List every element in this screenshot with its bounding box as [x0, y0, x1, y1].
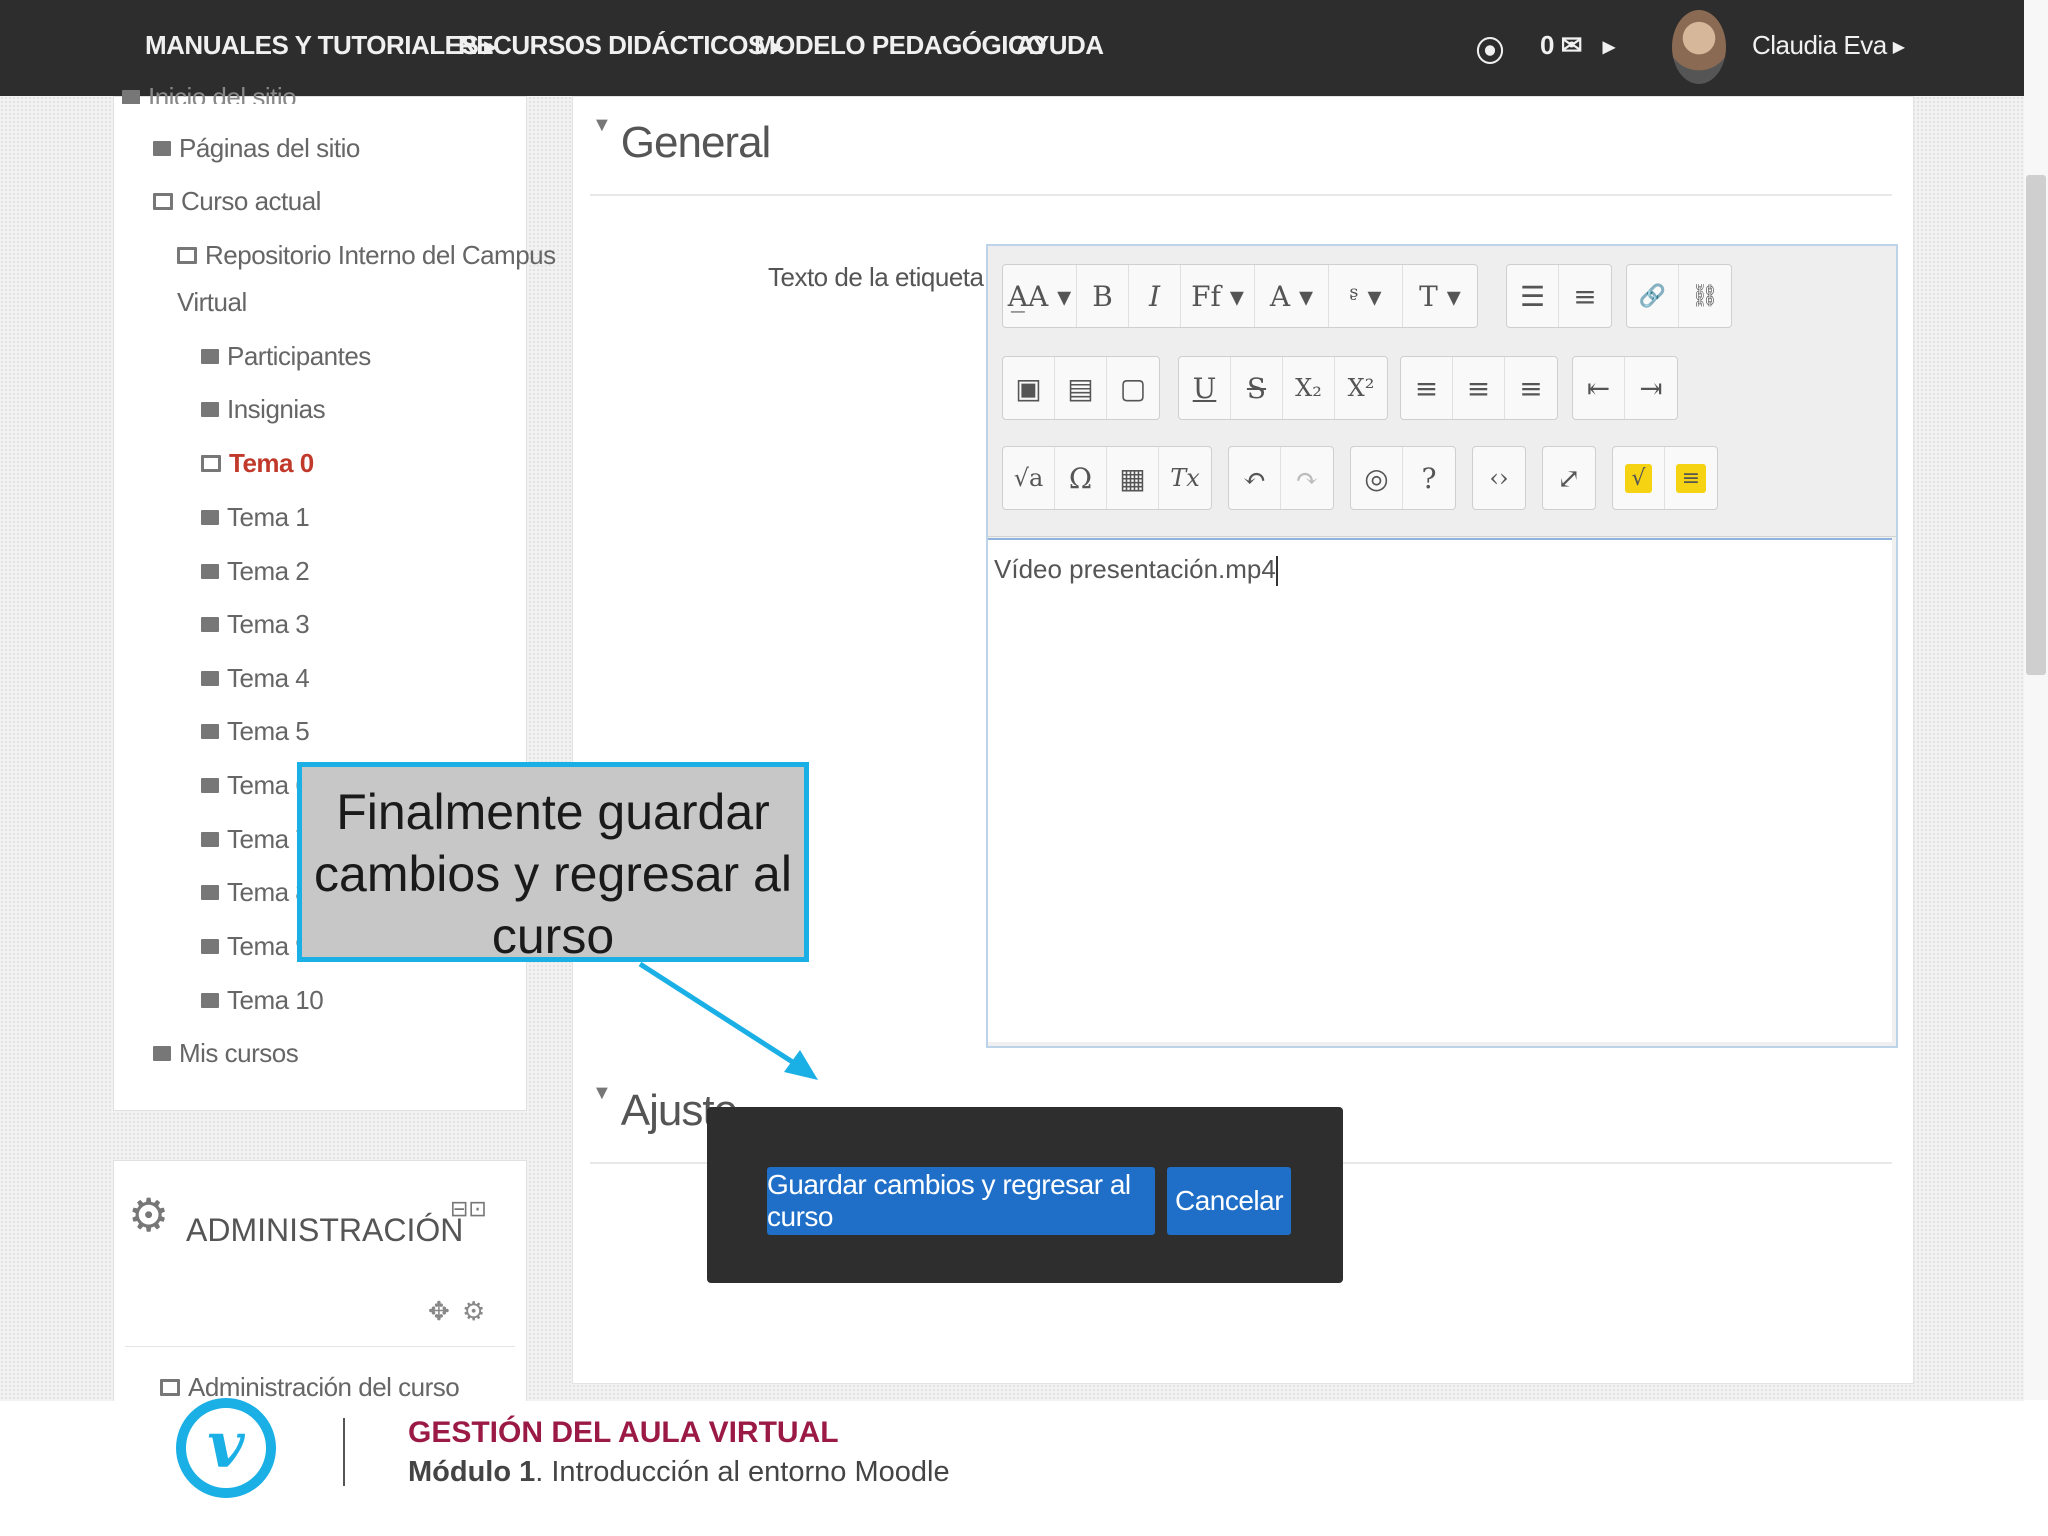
- footer-module: Módulo 1: [408, 1456, 536, 1488]
- action-bar: Guardar cambios y regresar al curso Canc…: [707, 1107, 1343, 1283]
- save-and-return-button[interactable]: Guardar cambios y regresar al curso: [767, 1167, 1155, 1235]
- footer: [0, 1401, 2048, 1536]
- brand-logo: v: [176, 1398, 276, 1498]
- footer-divider: [343, 1418, 345, 1486]
- footer-module-desc: . Introducción al entorno Moodle: [535, 1456, 950, 1488]
- footer-subtitle: Módulo 1. Introducción al entorno Moodle: [408, 1456, 950, 1489]
- cancel-button[interactable]: Cancelar: [1167, 1167, 1291, 1235]
- callout-arrow: [638, 961, 818, 1080]
- footer-title: GESTIÓN DEL AULA VIRTUAL: [408, 1416, 839, 1449]
